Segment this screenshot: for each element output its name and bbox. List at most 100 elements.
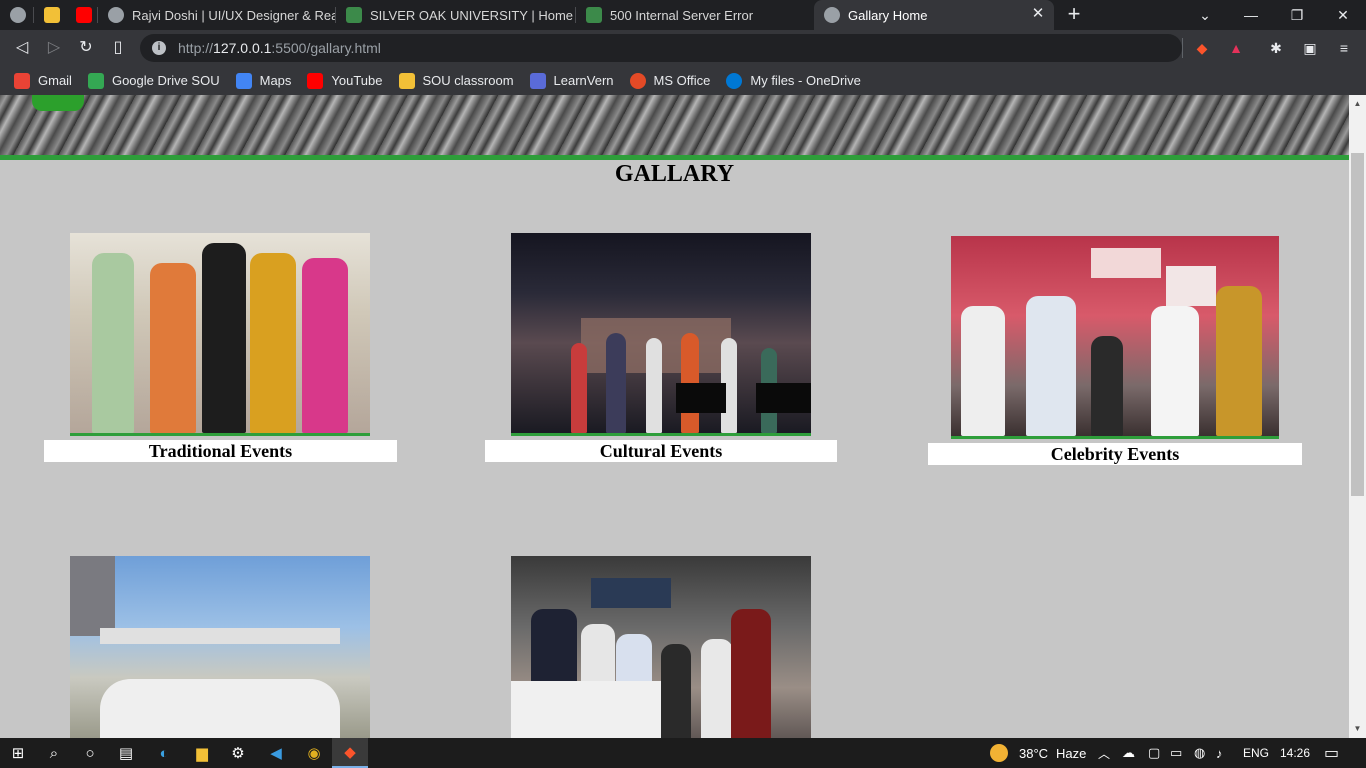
tab-server-error[interactable]: 500 Internal Server Error — [576, 0, 814, 30]
tab-gallary-home[interactable]: Gallary Home ✕ — [814, 0, 1054, 30]
office-icon — [629, 72, 646, 89]
close-tab-icon[interactable]: ✕ — [1030, 6, 1046, 22]
brave-shields-icon[interactable]: ◆ — [1192, 38, 1212, 58]
globe-icon — [108, 7, 124, 23]
bookmark-sou-classroom[interactable]: SOU classroom — [398, 72, 514, 89]
cricket-team-image[interactable] — [70, 556, 370, 738]
restore-button[interactable]: ❐ — [1274, 0, 1320, 30]
toolbar-divider — [1182, 38, 1183, 58]
university-icon — [586, 7, 602, 23]
language-indicator[interactable]: ENG — [1243, 738, 1269, 768]
scroll-down-arrow-icon[interactable]: ▼ — [1349, 724, 1366, 734]
brave-rewards-icon[interactable]: ▲ — [1226, 38, 1246, 58]
tab-rajvi[interactable]: Rajvi Doshi | UI/UX Designer & React D — [98, 0, 336, 30]
weather-widget[interactable]: 38°C Haze — [990, 738, 1086, 768]
minimize-button[interactable]: — — [1228, 0, 1274, 30]
browser-toolbar: ◁ ▷ ↻ ▯ i http://127.0.0.1:5500/gallary.… — [0, 30, 1366, 66]
network-icon[interactable]: ◍ — [1194, 738, 1205, 768]
header-divider — [0, 155, 1349, 160]
volume-icon[interactable]: ♪ — [1216, 738, 1223, 768]
celebrity-events-label[interactable]: Celebrity Events — [928, 443, 1302, 465]
tab-silver-oak[interactable]: SILVER OAK UNIVERSITY | Home — [336, 0, 576, 30]
close-window-button[interactable]: ✕ — [1320, 0, 1366, 30]
bookmark-label: Gmail — [38, 73, 72, 88]
windows-start-icon[interactable]: ⊞ — [0, 738, 36, 768]
youtube-icon — [307, 72, 324, 89]
scroll-up-arrow-icon[interactable]: ▲ — [1349, 99, 1366, 109]
tab-search-icon[interactable]: ⌄ — [1182, 0, 1228, 30]
bookmark-ms-office[interactable]: MS Office — [629, 72, 711, 89]
cultural-events-label[interactable]: Cultural Events — [485, 440, 837, 462]
youtube-icon — [76, 7, 92, 23]
onedrive-tray-icon[interactable]: ☁ — [1122, 738, 1135, 768]
search-icon[interactable]: ⌕ — [36, 738, 72, 768]
bookmark-gmail[interactable]: Gmail — [14, 72, 72, 89]
extensions-icon[interactable]: ✱ — [1266, 38, 1286, 58]
windows-taskbar: ⊞ ⌕ ○ ▤ ◐ ▆ ⚙ ◀ ◉ ◆ 38°C Haze ︿ ☁ ▢ ▭ ◍ … — [0, 738, 1366, 768]
forward-icon[interactable]: ▷ — [42, 36, 66, 60]
edge-icon[interactable]: ◐ — [146, 738, 182, 768]
traditional-events-image[interactable] — [70, 233, 370, 436]
weather-sun-icon — [990, 744, 1008, 762]
chrome-icon[interactable]: ◉ — [296, 738, 332, 768]
tab-strip: Rajvi Doshi | UI/UX Designer & React D S… — [0, 0, 1366, 30]
classroom-icon — [44, 7, 60, 23]
gmail-icon — [14, 72, 30, 89]
url-text: http://127.0.0.1:5500/gallary.html — [178, 40, 381, 56]
task-view-icon[interactable]: ▤ — [108, 738, 144, 768]
brave-icon[interactable]: ◆ — [332, 738, 368, 768]
tab-pinned-2[interactable] — [34, 0, 66, 30]
bookmark-icon[interactable]: ▯ — [106, 36, 130, 60]
scroll-thumb[interactable] — [1351, 153, 1364, 496]
bookmark-label: LearnVern — [553, 73, 614, 88]
bookmark-label: My files - OneDrive — [750, 73, 861, 88]
bookmark-label: MS Office — [653, 73, 711, 88]
bookmark-youtube[interactable]: YouTube — [307, 72, 383, 89]
file-explorer-icon[interactable]: ▆ — [184, 738, 220, 768]
bookmark-label: Google Drive SOU — [111, 73, 220, 88]
weather-temp: 38°C — [1019, 745, 1049, 761]
info-icon[interactable]: i — [152, 41, 166, 55]
notifications-icon[interactable]: ▭ — [1324, 738, 1339, 768]
vscode-icon[interactable]: ◀ — [258, 738, 294, 768]
settings-icon[interactable]: ⚙ — [220, 738, 256, 768]
bookmark-learnvern[interactable]: LearnVern — [529, 72, 614, 89]
learnvern-icon — [529, 72, 546, 89]
tech-expo-image[interactable] — [511, 556, 811, 738]
google-drive-icon — [87, 72, 104, 89]
back-icon[interactable]: ◁ — [10, 36, 34, 60]
maps-icon — [235, 72, 252, 89]
bookmark-label: SOU classroom — [422, 73, 514, 88]
clock[interactable]: 14:26 — [1280, 738, 1310, 768]
tab-title: Gallary Home — [848, 7, 928, 23]
classroom-icon — [398, 72, 415, 89]
tab-pinned-1[interactable] — [0, 0, 34, 30]
bookmark-label: Maps — [259, 73, 292, 88]
globe-icon — [10, 7, 26, 23]
tray-chevron-icon[interactable]: ︿ — [1098, 738, 1110, 768]
meet-now-icon[interactable]: ▢ — [1148, 738, 1160, 768]
bookmark-onedrive[interactable]: My files - OneDrive — [726, 72, 861, 89]
traditional-events-label[interactable]: Traditional Events — [44, 440, 397, 462]
header-banner — [0, 95, 1349, 155]
reload-icon[interactable]: ↻ — [74, 36, 98, 60]
page-scrollbar[interactable]: ▲ ▼ — [1349, 95, 1366, 738]
celebrity-events-image[interactable] — [951, 236, 1279, 439]
address-bar[interactable]: i http://127.0.0.1:5500/gallary.html — [140, 34, 1182, 62]
battery-icon[interactable]: ▭ — [1170, 738, 1182, 768]
new-tab-button[interactable]: + — [1062, 3, 1086, 27]
wallet-icon[interactable]: ▣ — [1300, 38, 1320, 58]
bookmark-google-drive[interactable]: Google Drive SOU — [87, 72, 220, 89]
page-title: GALLARY — [614, 161, 735, 187]
tab-title: Rajvi Doshi | UI/UX Designer & React D — [132, 7, 336, 23]
logo[interactable] — [32, 95, 84, 111]
menu-icon[interactable]: ≡ — [1334, 38, 1354, 58]
bookmarks-bar: Gmail Google Drive SOU Maps YouTube SOU … — [0, 66, 1366, 95]
tab-pinned-3[interactable] — [66, 0, 98, 30]
onedrive-icon — [726, 72, 743, 89]
bookmark-maps[interactable]: Maps — [235, 72, 292, 89]
weather-desc: Haze — [1056, 745, 1087, 761]
cultural-events-image[interactable] — [511, 233, 811, 436]
cortana-icon[interactable]: ○ — [72, 738, 108, 768]
university-icon — [346, 7, 362, 23]
